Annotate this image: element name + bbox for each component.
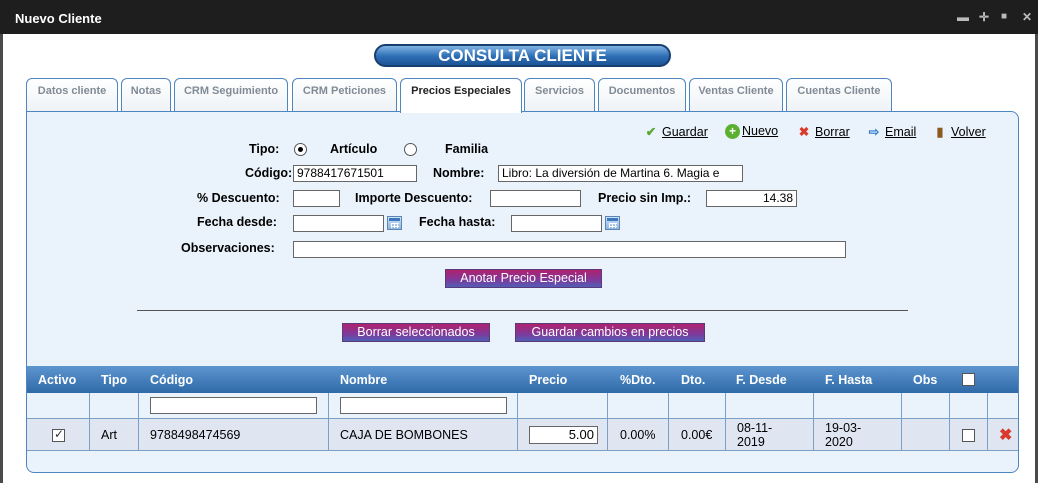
borrar-label: Borrar [815,125,850,139]
tipo-label: Tipo: [249,142,280,156]
row-f-desde-line2: 2019 [737,435,765,449]
tipo-articulo-label: Artículo [330,142,378,156]
col-f-hasta[interactable]: F. Hasta [825,373,872,387]
volver-link[interactable]: ▮ Volver [931,124,986,139]
tipo-radio-articulo[interactable] [294,143,307,156]
tab-datos-cliente[interactable]: Datos cliente [26,78,118,112]
section-divider [137,310,908,311]
col-codigo[interactable]: Código [150,373,193,387]
tab-documentos[interactable]: Documentos [598,78,686,112]
row-codigo: 9788498474569 [150,428,241,442]
row-cell [902,419,950,450]
email-arrow-icon: ⇨ [868,125,880,139]
col-f-desde[interactable]: F. Desde [736,373,787,387]
tab-servicios[interactable]: Servicios [524,78,595,112]
borrar-link[interactable]: ✖ Borrar [795,124,850,139]
precio-sin-imp-input[interactable]: 14.38 [706,190,797,207]
filter-cell [726,393,814,418]
importe-descuento-input[interactable] [490,190,581,207]
observaciones-label: Observaciones: [181,241,275,255]
col-tipo[interactable]: Tipo [101,373,127,387]
tipo-radio-familia[interactable] [404,143,417,156]
filter-cell [608,393,669,418]
nombre-label: Nombre: [433,166,485,180]
row-f-desde-line1: 08-11- [737,421,773,435]
row-f-hasta-line1: 19-03- [825,421,862,435]
col-precio[interactable]: Precio [529,373,567,387]
fecha-desde-label: Fecha desde: [197,215,277,229]
tab-crm-seguimiento[interactable]: CRM Seguimiento [174,78,288,112]
page-title: CONSULTA CLIENTE [374,44,671,67]
nuevo-link[interactable]: + Nuevo [725,124,778,139]
codigo-input[interactable]: 9788417671501 [293,165,417,182]
filter-codigo-input[interactable] [150,397,317,414]
col-obs[interactable]: Obs [913,373,937,387]
col-activo[interactable]: Activo [38,373,76,387]
plus-icon: + [725,124,740,139]
importe-descuento-label: Importe Descuento: [355,191,473,205]
window-titlebar: Nuevo Cliente ▬ ✛ ■ ✕ [0,0,1038,34]
table-row[interactable]: Art 9788498474569 CAJA DE BOMBONES 5.00 … [27,419,1018,451]
exit-door-icon: ▮ [936,125,944,139]
row-tipo: Art [101,428,117,442]
email-label: Email [885,125,917,139]
filter-cell [90,393,139,418]
filter-nombre-input[interactable] [340,397,507,414]
observaciones-input[interactable] [293,241,846,258]
select-all-checkbox[interactable] [962,373,975,386]
tab-notas[interactable]: Notas [121,78,171,112]
email-link[interactable]: ⇨ Email [865,124,917,139]
col-dto-pct[interactable]: %Dto. [620,373,655,387]
precios-especiales-panel: ✔ Guardar + Nuevo ✖ Borrar ⇨ Email ▮ Volver T… [26,111,1019,473]
filter-cell [814,393,902,418]
volver-label: Volver [951,125,986,139]
tab-crm-peticiones[interactable]: CRM Peticiones [292,78,397,112]
row-activo-checkbox[interactable] [52,427,65,442]
filter-cell [950,393,988,418]
delete-x-icon: ✖ [798,125,810,139]
grid-header: Activo Tipo Código Nombre Precio %Dto. D… [27,366,1018,393]
fecha-hasta-label: Fecha hasta: [419,215,496,229]
col-nombre[interactable]: Nombre [340,373,387,387]
window-title: Nuevo Cliente [15,11,102,26]
maximize-icon[interactable]: ■ [1001,11,1007,23]
row-dto: 0.00€ [681,428,713,442]
anotar-precio-especial-button[interactable]: Anotar Precio Especial [445,269,602,288]
precio-sin-imp-label: Precio sin Imp.: [598,191,692,205]
close-icon[interactable]: ✕ [1022,11,1032,23]
nuevo-label: Nuevo [742,124,779,138]
tipo-familia-label: Familia [445,142,489,156]
row-nombre: CAJA DE BOMBONES [340,428,468,442]
col-dto[interactable]: Dto. [681,373,705,387]
calendar-icon[interactable] [387,216,402,230]
tab-ventas-cliente[interactable]: Ventas Cliente [689,78,783,112]
filter-cell [518,393,608,418]
calendar-icon[interactable] [605,216,620,230]
borrar-seleccionados-button[interactable]: Borrar seleccionados [342,323,490,342]
filter-cell [902,393,950,418]
fecha-desde-input[interactable] [293,215,384,232]
grid-filter-row [27,393,1018,419]
filter-cell [669,393,726,418]
checkmark-icon: ✔ [645,125,657,139]
delete-row-icon[interactable]: ✖ [999,425,1012,445]
guardar-link[interactable]: ✔ Guardar [642,124,708,139]
move-icon[interactable]: ✛ [979,11,989,23]
row-dto-pct: 0.00% [620,428,656,442]
row-precio-input[interactable]: 5.00 [529,426,598,444]
row-f-hasta-line2: 2020 [825,435,853,449]
guardar-label: Guardar [662,125,708,139]
tab-precios-especiales[interactable]: Precios Especiales [400,78,522,113]
tab-cuentas-cliente[interactable]: Cuentas Cliente [786,78,892,112]
guardar-cambios-precios-button[interactable]: Guardar cambios en precios [515,323,705,342]
window-border-left [0,34,3,483]
nombre-input[interactable]: Libro: La diversión de Martina 6. Magia … [498,165,743,182]
codigo-label: Código: [245,166,293,180]
minimize-icon[interactable]: ▬ [957,11,969,23]
descuento-label: % Descuento: [197,191,280,205]
row-select-checkbox[interactable] [962,429,975,442]
descuento-input[interactable] [293,190,340,207]
fecha-hasta-input[interactable] [511,215,602,232]
filter-cell [27,393,90,418]
